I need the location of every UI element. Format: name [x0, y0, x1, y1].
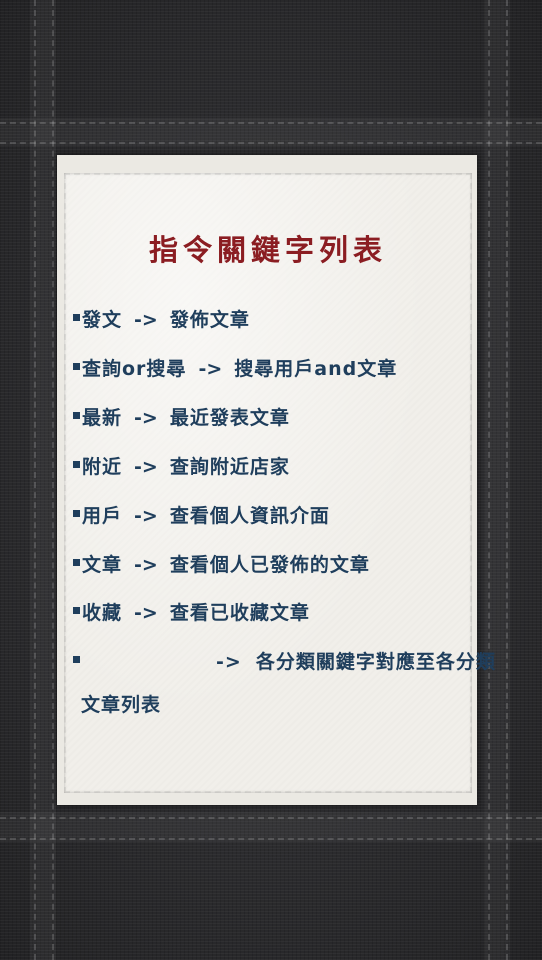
command-row-category-continued: 文章列表	[81, 690, 161, 720]
bullet-icon	[73, 412, 80, 419]
command-row-post: 發文 -> 發佈文章	[73, 305, 250, 335]
bullet-icon	[73, 607, 80, 614]
fabric-stitch	[0, 122, 542, 124]
arrow-icon: ->	[134, 407, 158, 429]
command-description: 查看個人已發佈的文章	[169, 554, 370, 576]
bullet-icon	[73, 314, 80, 321]
command-row-nearby: 附近 -> 查詢附近店家	[73, 452, 290, 482]
arrow-icon: ->	[198, 358, 223, 380]
arrow-icon: ->	[134, 505, 158, 527]
arrow-icon: ->	[216, 651, 242, 673]
command-row-latest: 最新 -> 最近發表文章	[73, 403, 290, 433]
command-description: 搜尋用戶and文章	[234, 358, 398, 380]
command-description: 各分類關鍵字對應至各分類	[255, 651, 496, 673]
category-line: -> 各分類關鍵字對應至各分類	[216, 647, 496, 677]
bullet-icon	[73, 559, 80, 566]
command-keyword: 發文	[82, 309, 123, 331]
command-keyword: 查詢or搜尋	[82, 358, 187, 380]
bullet-icon	[73, 510, 80, 517]
arrow-icon: ->	[134, 602, 158, 624]
fabric-stitch	[52, 0, 54, 960]
command-row-favorites: 收藏 -> 查看已收藏文章	[73, 598, 310, 628]
fabric-stitch	[34, 0, 36, 960]
bullet-icon	[73, 656, 80, 663]
command-row-category: -> 各分類關鍵字對應至各分類	[73, 647, 495, 677]
command-description: 查看個人資訊介面	[169, 505, 330, 527]
page-title: 指令關鍵字列表	[148, 233, 387, 267]
arrow-icon: ->	[134, 456, 158, 478]
command-keyword: 最新	[82, 407, 123, 429]
fabric-stitch	[506, 0, 508, 960]
command-keyword: 文章	[82, 554, 123, 576]
arrow-icon: ->	[134, 554, 158, 576]
command-description: 查看已收藏文章	[169, 602, 310, 624]
command-description: 發佈文章	[169, 309, 250, 331]
command-keyword: 用戶	[82, 505, 123, 527]
fabric-stitch	[0, 142, 542, 144]
command-row-articles: 文章 -> 查看個人已發佈的文章	[73, 550, 370, 580]
command-description: 最近發表文章	[169, 407, 290, 429]
command-keyword: 附近	[82, 456, 123, 478]
command-description-continued: 文章列表	[81, 694, 162, 716]
arrow-icon: ->	[134, 309, 158, 331]
command-keyword: 收藏	[82, 602, 123, 624]
command-row-user: 用戶 -> 查看個人資訊介面	[73, 501, 330, 531]
fabric-stitch	[0, 817, 542, 819]
screen: { "title": "指令關鍵字列表", "arrow": "->", "co…	[0, 0, 542, 960]
fabric-stitch	[0, 838, 542, 840]
bullet-icon	[73, 461, 80, 468]
command-description: 查詢附近店家	[169, 456, 290, 478]
fabric-stitch	[488, 0, 490, 960]
command-row-search: 查詢or搜尋 -> 搜尋用戶and文章	[73, 354, 397, 384]
bullet-icon	[73, 363, 80, 370]
